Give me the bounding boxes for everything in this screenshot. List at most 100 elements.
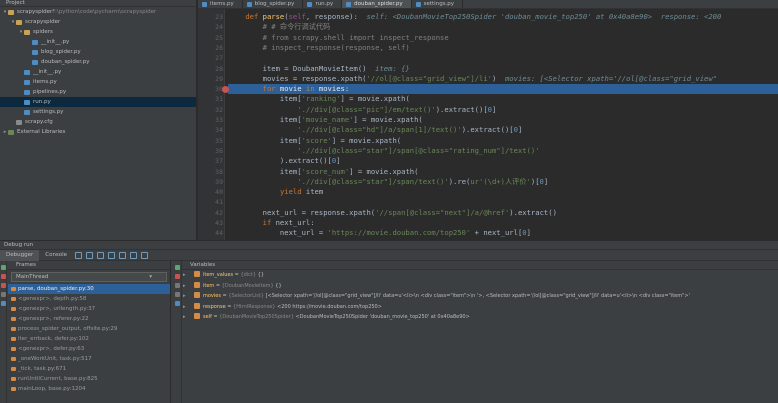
stack-frame[interactable]: mainLoop, base.py:1204 bbox=[8, 384, 170, 394]
code-line[interactable]: item = DoubanMovieItem() item: {} bbox=[228, 64, 778, 74]
move-up-icon[interactable] bbox=[175, 283, 180, 288]
variable-row[interactable]: self = {DoubanMovieTop250Spider} <Douban… bbox=[182, 312, 778, 323]
tree-item[interactable]: settings.py bbox=[0, 107, 196, 117]
tree-item[interactable]: douban_spider.py bbox=[0, 57, 196, 67]
mute-breakpoints-icon[interactable] bbox=[1, 292, 6, 297]
stack-frame[interactable]: parse, douban_spider.py:30 bbox=[8, 284, 170, 294]
tree-item[interactable]: ▾ scrapyspider F:\python\code\pycharm\scr… bbox=[0, 7, 196, 17]
tree-item[interactable]: blog_spider.py bbox=[0, 47, 196, 57]
step-into-icon[interactable] bbox=[97, 251, 105, 259]
editor-tab[interactable]: douban_spider.py bbox=[342, 0, 412, 8]
line-number: 32 bbox=[215, 105, 223, 114]
tree-item-label: run.py bbox=[33, 99, 51, 105]
breakpoint-icon[interactable] bbox=[222, 85, 229, 93]
tree-item-label: spiders bbox=[33, 29, 53, 35]
code-line[interactable]: # from scrapy.shell import inspect_respo… bbox=[228, 33, 778, 43]
tree-item[interactable]: ▾ spiders bbox=[0, 27, 196, 37]
step-into-my-code-icon[interactable] bbox=[108, 251, 116, 259]
code-line[interactable] bbox=[228, 197, 778, 207]
code-line[interactable]: if next_url: bbox=[228, 218, 778, 228]
editor-tab[interactable]: run.py bbox=[303, 0, 343, 8]
resume-icon[interactable] bbox=[1, 265, 6, 270]
stack-frame[interactable]: <genexpr>, referer.py:22 bbox=[8, 314, 170, 324]
remove-watch-icon[interactable] bbox=[175, 274, 180, 279]
tree-item-label: __init__.py bbox=[33, 69, 62, 75]
line-number: 34 bbox=[215, 126, 223, 135]
step-out-icon[interactable] bbox=[119, 251, 127, 259]
line-number: 39 bbox=[215, 177, 223, 186]
step-over-icon[interactable] bbox=[86, 251, 94, 259]
code-line[interactable]: './/div[@class="pic"]/em/text()').extrac… bbox=[228, 105, 778, 115]
evaluate-expression-icon[interactable] bbox=[141, 251, 149, 259]
tree-item[interactable]: pipelines.py bbox=[0, 87, 196, 97]
line-number: 44 bbox=[215, 229, 223, 238]
editor-tab[interactable]: blog_spider.py bbox=[243, 0, 304, 8]
thread-selector[interactable]: MainThread bbox=[11, 272, 167, 282]
debug-tab[interactable]: Console bbox=[39, 250, 73, 261]
tree-item[interactable]: __init__.py bbox=[0, 67, 196, 77]
stack-frame[interactable]: iter_errback, defer.py:102 bbox=[8, 334, 170, 344]
editor-tab[interactable]: items.py bbox=[198, 0, 243, 8]
editor-tab[interactable]: settings.py bbox=[412, 0, 464, 8]
code-area[interactable]: 23 24 25 26 27 28 29 30 31 32 33 34 35 36 37 38 39 40 41 42… bbox=[198, 9, 778, 240]
tree-item[interactable]: ▾ scrapyspider bbox=[0, 17, 196, 27]
stack-frame[interactable]: _tick, task.py:671 bbox=[8, 364, 170, 374]
line-number: 43 bbox=[215, 219, 223, 227]
code-line[interactable]: './/div[@class="star"]/span[@class="rati… bbox=[228, 146, 778, 156]
tree-item[interactable]: run.py bbox=[0, 97, 196, 107]
run-to-cursor-icon[interactable] bbox=[130, 251, 138, 259]
variable-row[interactable]: movies = {SelectorList} [<Selector xpath… bbox=[182, 291, 778, 302]
code-line[interactable]: './/div[@class="star"]/span/text()').re(… bbox=[228, 177, 778, 187]
code-line[interactable]: next_url = 'https://movie.douban.com/top… bbox=[228, 228, 778, 238]
code-line[interactable]: item['score_num'] = movie.xpath( bbox=[228, 167, 778, 177]
code-line[interactable]: # # 命令行调试代码 bbox=[228, 22, 778, 32]
code-line[interactable]: # inspect_response(response, self) bbox=[228, 43, 778, 53]
stack-frame[interactable]: process_spider_output, offsite.py:29 bbox=[8, 324, 170, 334]
stack-frame[interactable]: _oneWorkUnit, task.py:517 bbox=[8, 354, 170, 364]
code-line[interactable]: item['movie_name'] = movie.xpath( bbox=[228, 115, 778, 125]
variable-name: movies bbox=[203, 293, 221, 299]
stack-frame[interactable]: <genexpr>, urllength.py:37 bbox=[8, 304, 170, 314]
show-execution-point-icon[interactable] bbox=[75, 251, 83, 259]
variable-icon bbox=[194, 302, 200, 309]
line-gutter[interactable]: 23 24 25 26 27 28 29 30 31 32 33 34 35 36 37 38 39 40 41 42… bbox=[198, 9, 225, 240]
stack-frame[interactable]: runUntilCurrent, base.py:825 bbox=[8, 374, 170, 384]
stack-frame[interactable]: <genexpr>, depth.py:58 bbox=[8, 294, 170, 304]
tree-item[interactable]: scrapy.cfg bbox=[0, 117, 196, 127]
variable-type: {dict} bbox=[240, 272, 257, 278]
move-down-icon[interactable] bbox=[175, 292, 180, 297]
code-line[interactable]: yield item bbox=[228, 187, 778, 197]
line-number: 35 bbox=[215, 136, 223, 145]
view-breakpoints-icon[interactable] bbox=[1, 283, 6, 288]
line-number: 40 bbox=[215, 188, 223, 197]
code-line[interactable]: item['ranking'] = movie.xpath( bbox=[228, 94, 778, 104]
python-file-icon bbox=[24, 99, 30, 105]
add-watch-icon[interactable] bbox=[175, 265, 180, 270]
variable-row[interactable]: item_values = {dict} {} bbox=[182, 270, 778, 281]
variable-type: {DoubanMovieItem} bbox=[221, 282, 274, 289]
code-line[interactable]: def parse(self, response): self: <Douban… bbox=[228, 12, 778, 22]
stack-frame[interactable]: <genexpr>, defer.py:63 bbox=[8, 344, 170, 354]
code-line[interactable]: item['score'] = movie.xpath( bbox=[228, 136, 778, 146]
library-icon bbox=[8, 129, 14, 135]
folder-icon bbox=[8, 9, 14, 15]
settings-icon[interactable] bbox=[1, 301, 6, 306]
code-line[interactable] bbox=[228, 53, 778, 63]
debug-toolbar: Debugger Console bbox=[0, 249, 778, 261]
code-line[interactable]: './/div[@class="hd"]/a/span[1]/text()').… bbox=[228, 125, 778, 135]
variable-type: {SelectorList} bbox=[228, 293, 264, 299]
tree-item[interactable]: ▸ External Libraries bbox=[0, 127, 196, 137]
code-line[interactable]: ).extract()[0] bbox=[228, 156, 778, 166]
tree-item[interactable]: __init__.py bbox=[0, 37, 196, 47]
variable-row[interactable]: response = {HtmlResponse} <200 https://m… bbox=[182, 302, 778, 313]
code-line[interactable]: next_url = response.xpath('//span[@class… bbox=[228, 208, 778, 218]
code-line[interactable]: movies = response.xpath('//ol[@class="gr… bbox=[228, 74, 778, 84]
code-line[interactable]: for movie in movies: bbox=[228, 84, 778, 95]
stop-icon[interactable] bbox=[1, 274, 6, 279]
variables-side-toolbar bbox=[174, 261, 182, 403]
debug-tab[interactable]: Debugger bbox=[0, 249, 40, 261]
copy-watch-icon[interactable] bbox=[175, 301, 180, 306]
tree-item[interactable]: items.py bbox=[0, 77, 196, 87]
project-panel: Project ▾ scrapyspider F:\python\code\pyc… bbox=[0, 0, 197, 240]
variable-row[interactable]: item = {DoubanMovieItem} {} bbox=[182, 281, 778, 292]
